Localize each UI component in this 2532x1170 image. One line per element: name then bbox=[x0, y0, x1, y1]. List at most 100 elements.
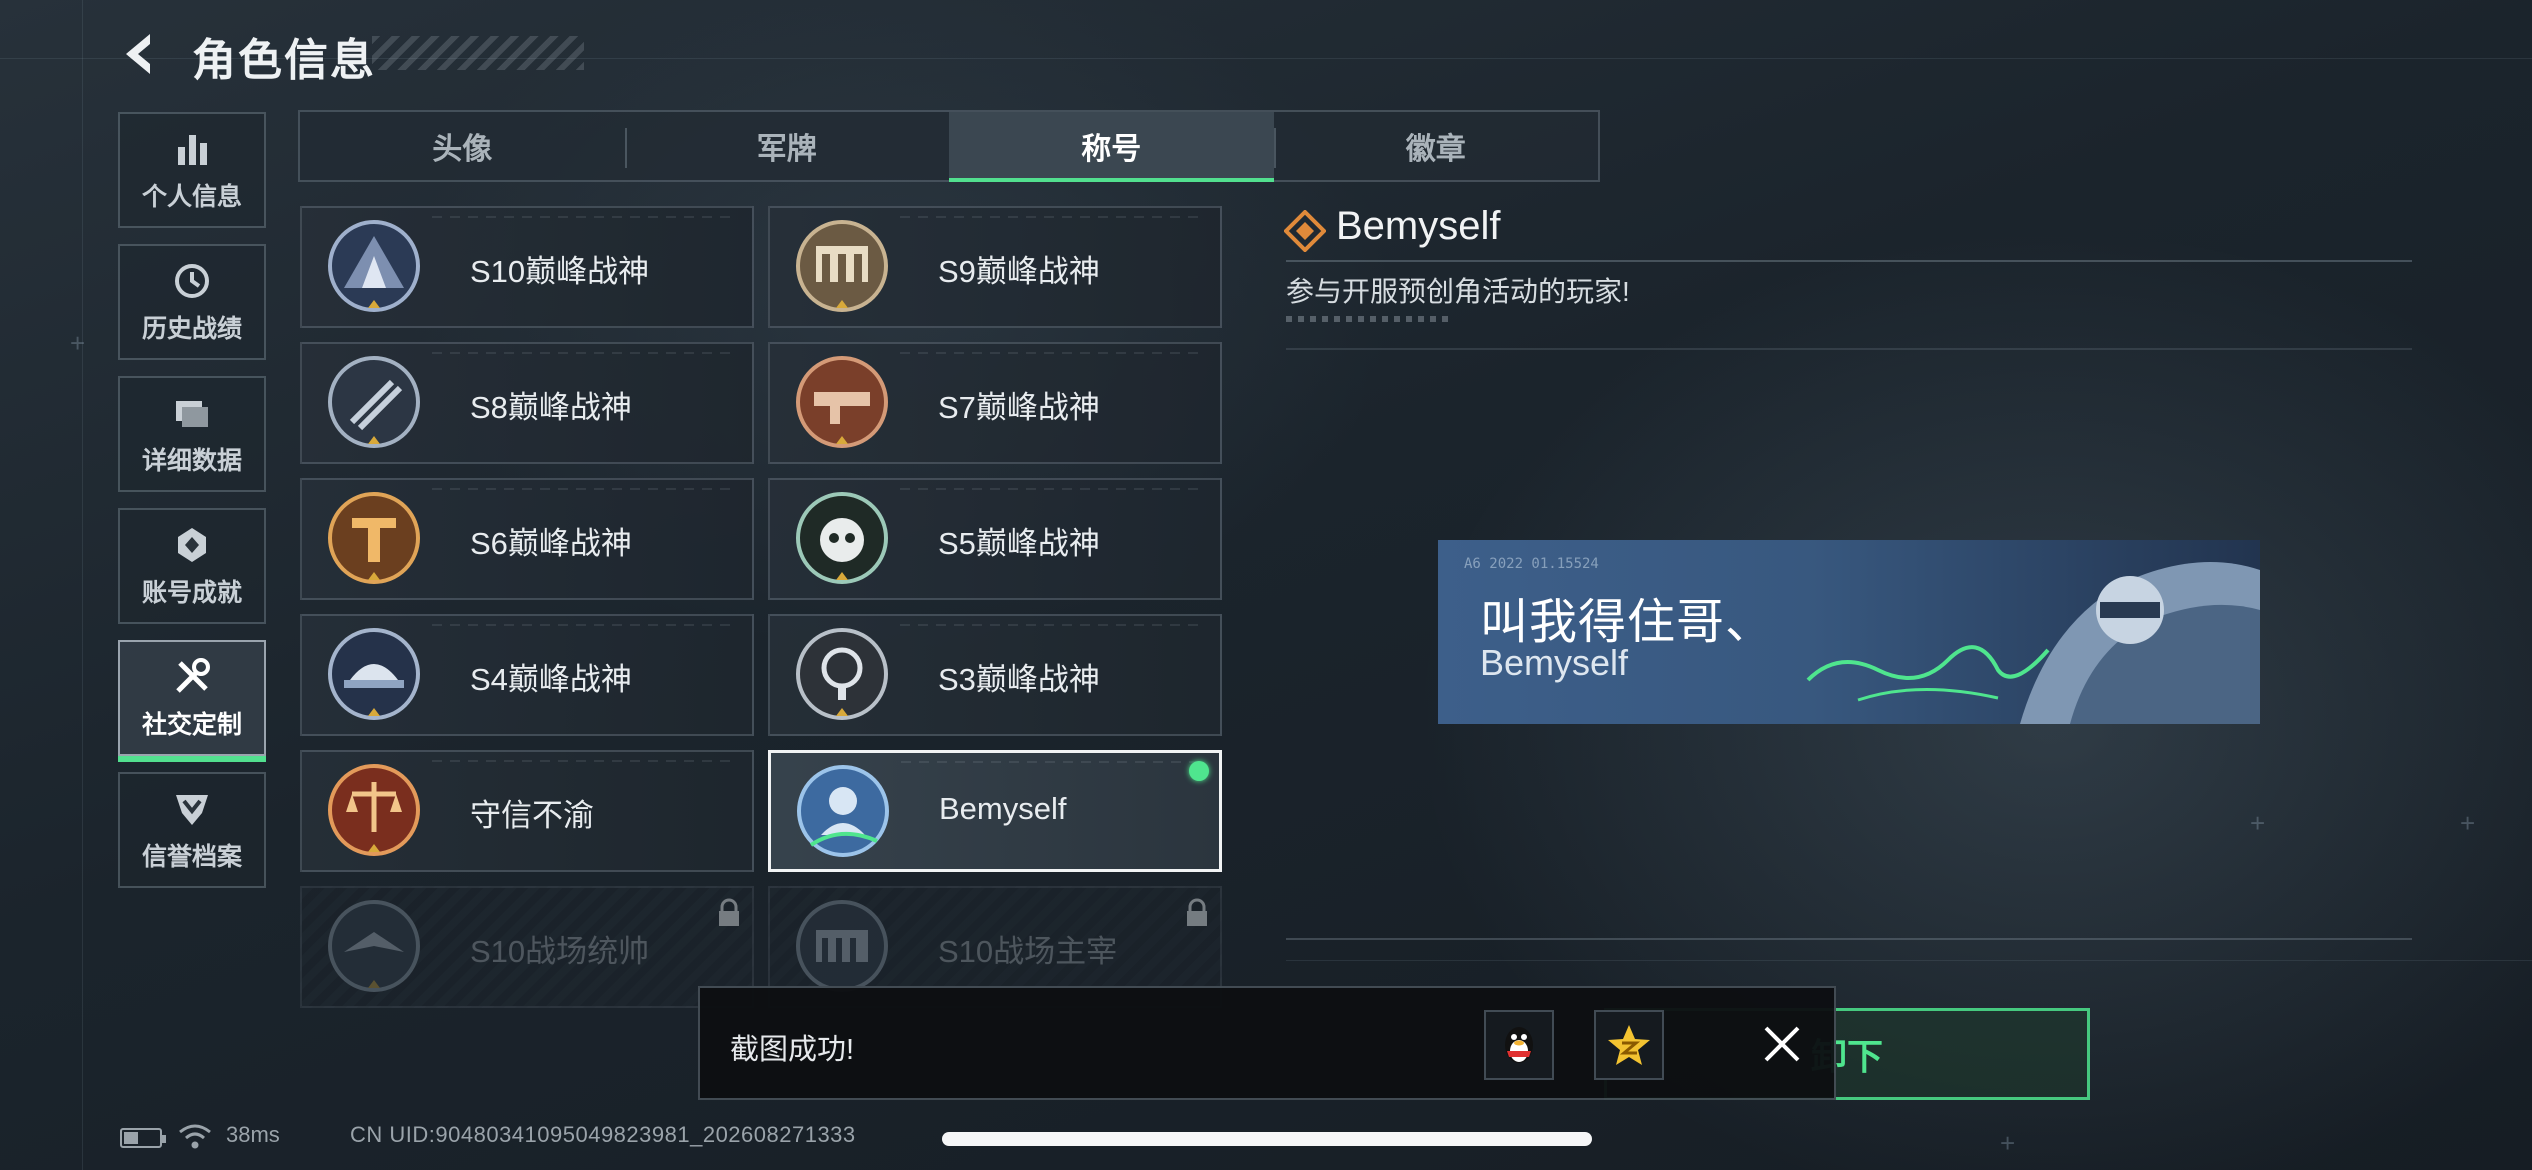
page-title: 角色信息 bbox=[192, 36, 376, 85]
title-card-integrity[interactable]: 守信不渝 bbox=[300, 750, 754, 872]
s3-medal-icon bbox=[796, 628, 888, 720]
title-name: S8巅峰战神 bbox=[470, 390, 632, 425]
battery-icon bbox=[120, 1128, 166, 1148]
s6-medal-icon bbox=[328, 492, 420, 584]
sidebar-item-credit-record[interactable]: 信誉档案 bbox=[118, 772, 266, 888]
bg-grid-line bbox=[82, 0, 83, 1170]
bg-plus-mark: + bbox=[2460, 808, 2476, 838]
title-card-bemyself[interactable]: Bemyself bbox=[768, 750, 1222, 872]
clock-history-icon bbox=[170, 259, 214, 303]
title-name: S4巅峰战神 bbox=[470, 662, 632, 697]
s7-medal-icon bbox=[796, 356, 888, 448]
colosseum-medal-icon bbox=[796, 900, 888, 992]
nameplate-sub-text: Bemyself bbox=[1480, 642, 1629, 683]
nameplate-preview: A6 2022 01.15524 叫我得住哥、 Bemyself bbox=[1438, 540, 2260, 724]
bg-plus-mark: + bbox=[2000, 1128, 2016, 1158]
title-card-s5[interactable]: S5巅峰战神 bbox=[768, 478, 1222, 600]
title-card-s4[interactable]: S4巅峰战神 bbox=[300, 614, 754, 736]
tab-badge[interactable]: 徽章 bbox=[1273, 112, 1599, 180]
tools-icon bbox=[170, 655, 214, 699]
sidebar-item-personal-info[interactable]: 个人信息 bbox=[118, 112, 266, 228]
title-name: Bemyself bbox=[939, 791, 1067, 826]
s5-medal-icon bbox=[796, 492, 888, 584]
lock-icon bbox=[719, 898, 739, 926]
card-decoration bbox=[900, 488, 1206, 490]
detail-title: Bemyself bbox=[1336, 204, 1501, 248]
title-card-s8[interactable]: S8巅峰战神 bbox=[300, 342, 754, 464]
toast-message: 截图成功! bbox=[730, 1034, 855, 1066]
sidebar-item-social-customization[interactable]: 社交定制 bbox=[118, 640, 266, 762]
screenshot-toast: 截图成功! bbox=[698, 986, 1836, 1100]
scales-medal-icon bbox=[328, 764, 420, 856]
title-name: S9巅峰战神 bbox=[938, 254, 1100, 289]
shield-chevron-icon bbox=[170, 787, 214, 831]
title-name: S5巅峰战神 bbox=[938, 526, 1100, 561]
title-name: S6巅峰战神 bbox=[470, 526, 632, 561]
share-qq-button[interactable] bbox=[1484, 1010, 1554, 1080]
title-name: S10巅峰战神 bbox=[470, 254, 650, 289]
title-card-s10-commander[interactable]: S10战场统帅 bbox=[300, 886, 754, 1008]
detail-description: 参与开服预创角活动的玩家! bbox=[1286, 276, 1630, 307]
title-card-s9[interactable]: S9巅峰战神 bbox=[768, 206, 1222, 328]
sidebar-item-label: 历史战绩 bbox=[141, 315, 242, 343]
sidebar-item-label: 信誉档案 bbox=[141, 843, 242, 871]
detail-divider bbox=[1286, 260, 2412, 262]
bg-grid-line bbox=[1286, 960, 2532, 961]
home-indicator[interactable] bbox=[942, 1132, 1592, 1146]
title-card-s7[interactable]: S7巅峰战神 bbox=[768, 342, 1222, 464]
commander-medal-icon bbox=[328, 900, 420, 992]
title-name: S10战场主宰 bbox=[938, 934, 1118, 969]
category-tabs: 头像 军牌 称号 徽章 bbox=[298, 110, 1600, 182]
nameplate-code: A6 2022 01.15524 bbox=[1464, 556, 1599, 572]
s4-medal-icon bbox=[328, 628, 420, 720]
title-card-s10[interactable]: S10巅峰战神 bbox=[300, 206, 754, 328]
qq-penguin-icon bbox=[1505, 1027, 1533, 1063]
sidebar-item-label: 个人信息 bbox=[141, 183, 242, 211]
diamond-title-icon bbox=[1284, 210, 1326, 252]
title-card-s6[interactable]: S6巅峰战神 bbox=[300, 478, 754, 600]
card-decoration bbox=[432, 216, 738, 218]
tab-title[interactable]: 称号 bbox=[949, 112, 1274, 182]
sidebar-item-label: 账号成就 bbox=[141, 579, 242, 607]
title-name: S7巅峰战神 bbox=[938, 390, 1100, 425]
ping-readout: 38ms bbox=[226, 1122, 280, 1147]
detail-decoration bbox=[1286, 316, 1450, 322]
title-decoration bbox=[372, 36, 584, 70]
equipped-indicator bbox=[1189, 761, 1209, 781]
sidebar-item-match-history[interactable]: 历史战绩 bbox=[118, 244, 266, 360]
title-name: S10战场统帅 bbox=[470, 934, 650, 969]
close-icon bbox=[1764, 1026, 1800, 1062]
card-decoration bbox=[432, 352, 738, 354]
back-arrow-icon bbox=[126, 34, 150, 74]
s8-medal-icon bbox=[328, 356, 420, 448]
tab-avatar[interactable]: 头像 bbox=[300, 112, 625, 180]
title-name: 守信不渝 bbox=[470, 798, 594, 833]
signature-graphic bbox=[1806, 645, 2050, 702]
sidebar-item-achievements[interactable]: 账号成就 bbox=[118, 508, 266, 624]
qzone-star-icon bbox=[1608, 1025, 1650, 1065]
tab-dog-tag[interactable]: 军牌 bbox=[624, 112, 950, 180]
card-decoration bbox=[432, 488, 738, 490]
title-name: S3巅峰战神 bbox=[938, 662, 1100, 697]
title-card-s3[interactable]: S3巅峰战神 bbox=[768, 614, 1222, 736]
card-decoration bbox=[432, 624, 738, 626]
s10-medal-icon bbox=[328, 220, 420, 312]
bar-chart-icon bbox=[170, 127, 214, 171]
back-button[interactable] bbox=[112, 26, 168, 82]
sidebar-item-detailed-data[interactable]: 详细数据 bbox=[118, 376, 266, 492]
card-decoration bbox=[900, 216, 1206, 218]
bg-plus-mark: + bbox=[70, 328, 86, 358]
sidebar-item-label: 社交定制 bbox=[141, 711, 242, 739]
user-uid: CN UID:9048034109504982398​1_20260827133… bbox=[350, 1122, 856, 1147]
card-decoration bbox=[900, 352, 1206, 354]
sidebar-item-label: 详细数据 bbox=[141, 447, 242, 475]
folder-stack-icon bbox=[170, 391, 214, 435]
toast-close-button[interactable] bbox=[1750, 1012, 1814, 1076]
bemyself-medal-icon bbox=[797, 765, 889, 857]
card-decoration bbox=[901, 761, 1205, 763]
card-decoration bbox=[900, 624, 1206, 626]
wifi-icon bbox=[179, 1124, 211, 1149]
achievement-badge-icon bbox=[170, 523, 214, 567]
share-qzone-button[interactable] bbox=[1594, 1010, 1664, 1080]
lock-icon bbox=[1187, 898, 1207, 926]
